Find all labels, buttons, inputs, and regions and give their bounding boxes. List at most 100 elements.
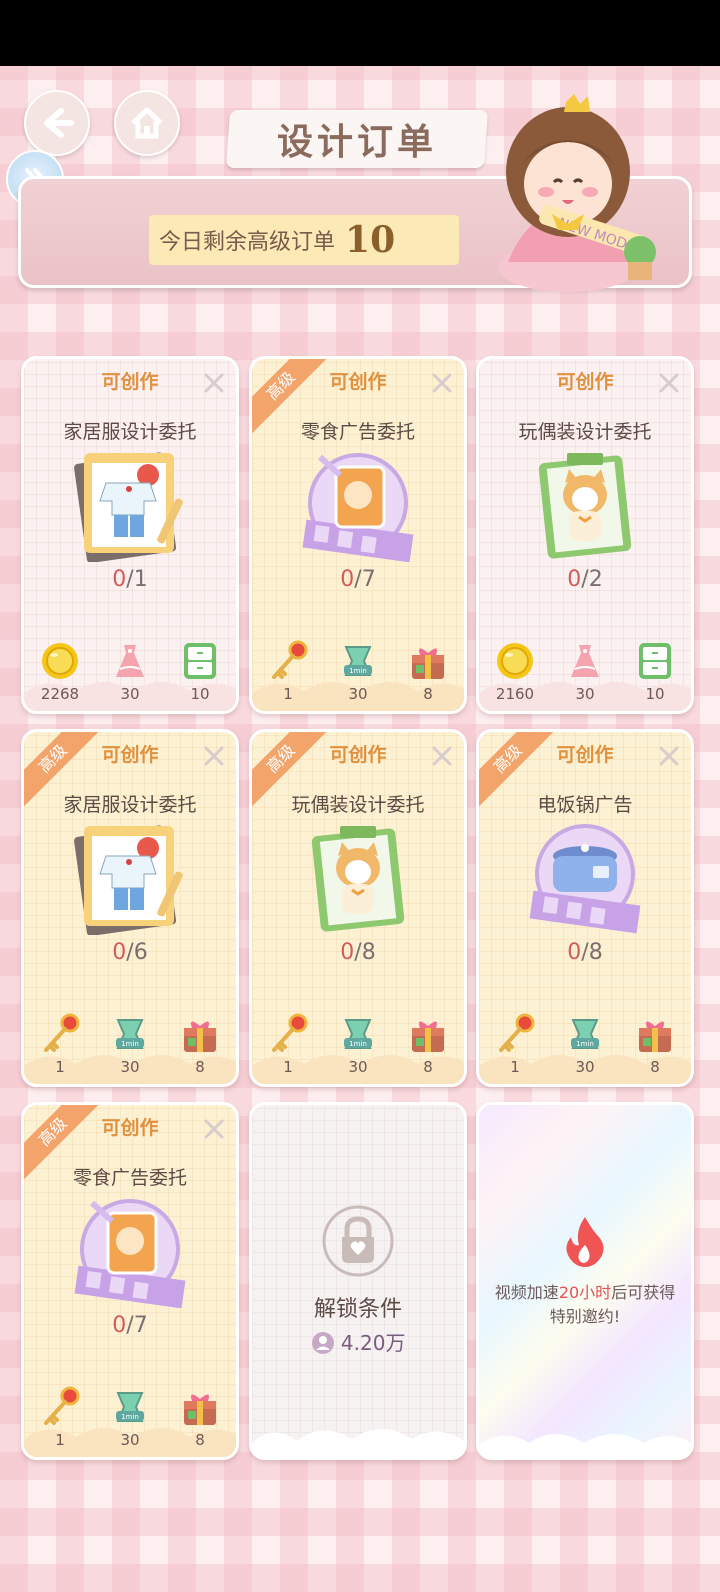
- doll-illustration: [311, 826, 405, 932]
- reward-value: 2268: [40, 685, 80, 703]
- close-icon[interactable]: [657, 744, 681, 768]
- key-icon: [272, 640, 308, 679]
- progress-total: /7: [126, 1313, 148, 1338]
- order-progress: 0/7: [24, 1313, 236, 1338]
- gift-box-icon: [412, 648, 444, 679]
- order-progress: 0/8: [479, 940, 691, 965]
- timer-1min-icon: 1min: [116, 1019, 144, 1049]
- snack-illustration: [74, 1199, 186, 1308]
- status-bar: [0, 0, 720, 66]
- order-name: 家居服设计委托: [63, 421, 197, 443]
- order-name: 家居服设计委托: [63, 794, 197, 816]
- reward-item: 2160: [487, 639, 543, 703]
- close-icon[interactable]: [430, 744, 454, 768]
- locked-order-card[interactable]: 解锁条件 4.20万: [249, 1102, 467, 1460]
- reward-list: 1 1min 30 8: [252, 639, 464, 703]
- reward-value: 30: [348, 1058, 368, 1076]
- reward-item: 8: [627, 1012, 683, 1076]
- close-icon[interactable]: [202, 744, 226, 768]
- reward-item: 1min 30: [102, 1012, 158, 1076]
- order-name: 电饭锅广告: [537, 794, 633, 816]
- gift-box-icon: [639, 1021, 671, 1052]
- order-progress: 0/2: [479, 567, 691, 592]
- doll-illustration: [538, 453, 632, 559]
- close-icon[interactable]: [430, 371, 454, 395]
- order-card[interactable]: 高级 可创作 电饭锅广告 0/8 1 1min 30 8: [476, 729, 694, 1087]
- progress-total: /8: [581, 940, 603, 965]
- reward-value: 1: [55, 1431, 65, 1449]
- order-card[interactable]: 可创作 玩偶装设计委托 0/2 2160 30 10: [476, 356, 694, 714]
- remaining-orders-label: 今日剩余高级订单: [159, 230, 336, 255]
- progress-current: 0: [340, 567, 355, 592]
- reward-list: 2160 30 10: [479, 639, 691, 703]
- reward-list: 1 1min 30 8: [24, 1385, 236, 1449]
- reward-item: 30: [102, 639, 158, 703]
- reward-value: 1: [55, 1058, 65, 1076]
- order-card[interactable]: 高级 可创作 零食广告委托 0/7 1 1min 30 8: [249, 356, 467, 714]
- progress-current: 0: [112, 940, 127, 965]
- reward-value: 2160: [495, 685, 535, 703]
- svg-text:1min: 1min: [121, 1040, 139, 1048]
- progress-current: 0: [567, 940, 582, 965]
- reward-value: 1: [283, 685, 293, 703]
- remaining-orders-box: 今日剩余高级订单 10: [149, 215, 459, 265]
- reward-list: 1 1min 30 8: [24, 1012, 236, 1076]
- order-card[interactable]: 高级 可创作 玩偶装设计委托 0/8 1 1min 30 8: [249, 729, 467, 1087]
- order-card[interactable]: 可创作 家居服设计委托 0/1 2268 30 10: [21, 356, 239, 714]
- reward-item: 1: [260, 639, 316, 703]
- order-card[interactable]: 高级 可创作 零食广告委托 0/7 1 1min 30 8: [21, 1102, 239, 1460]
- order-card[interactable]: 高级 可创作 家居服设计委托 0/6 1 1min 30 8: [21, 729, 239, 1087]
- unlock-condition-title: 解锁条件: [313, 1297, 402, 1322]
- reward-list: 1 1min 30 8: [479, 1012, 691, 1076]
- video-speedup-card[interactable]: 视频加速20小时后可获得 特别邀约!: [476, 1102, 694, 1460]
- order-name: 玩偶装设计委托: [291, 794, 425, 816]
- unlock-requirement-value: 4.20万: [340, 1331, 406, 1355]
- svg-text:1min: 1min: [576, 1040, 594, 1048]
- video-speedup-text: 视频加速20小时后可获得 特别邀约!: [479, 1281, 691, 1329]
- progress-current: 0: [112, 567, 127, 592]
- home-button[interactable]: [114, 90, 180, 156]
- reward-value: 30: [575, 685, 595, 703]
- reward-value: 8: [195, 1058, 205, 1076]
- cloud-decoration: [479, 1434, 691, 1457]
- order-progress: 0/8: [252, 940, 464, 965]
- reward-item: 8: [172, 1012, 228, 1076]
- key-icon: [44, 1013, 80, 1052]
- dress-icon: [571, 645, 599, 677]
- progress-current: 0: [567, 567, 582, 592]
- timer-1min-icon: 1min: [344, 1019, 372, 1049]
- timer-1min-icon: 1min: [344, 646, 372, 676]
- video-text-line2: 特别邀约!: [549, 1307, 621, 1326]
- home-icon: [131, 107, 163, 139]
- gift-box-icon: [412, 1021, 444, 1052]
- reward-item: 1min 30: [557, 1012, 613, 1076]
- gold-coin-icon: [497, 643, 533, 679]
- order-progress: 0/1: [24, 567, 236, 592]
- progress-total: /1: [126, 567, 148, 592]
- key-icon: [499, 1013, 535, 1052]
- reward-value: 1: [283, 1058, 293, 1076]
- reward-value: 1: [510, 1058, 520, 1076]
- progress-total: /2: [581, 567, 603, 592]
- svg-text:1min: 1min: [349, 1040, 367, 1048]
- video-text-part2: 后可获得: [611, 1283, 676, 1302]
- progress-current: 0: [340, 940, 355, 965]
- reward-value: 10: [645, 685, 665, 703]
- timer-1min-icon: 1min: [116, 1392, 144, 1422]
- close-icon[interactable]: [202, 1117, 226, 1141]
- reward-value: 8: [423, 1058, 433, 1076]
- order-name: 零食广告委托: [72, 1167, 187, 1189]
- back-button[interactable]: [24, 90, 90, 156]
- reward-item: 1: [487, 1012, 543, 1076]
- close-icon[interactable]: [657, 371, 681, 395]
- video-text-highlight: 20小时: [558, 1283, 612, 1302]
- reward-item: 10: [627, 639, 683, 703]
- close-icon[interactable]: [202, 371, 226, 395]
- mascot-girl-illustration: NEW MODE: [498, 94, 656, 292]
- order-name: 零食广告委托: [300, 421, 415, 443]
- progress-total: /7: [354, 567, 376, 592]
- reward-item: 2268: [32, 639, 88, 703]
- reward-item: 10: [172, 639, 228, 703]
- dress-icon: [116, 645, 144, 677]
- reward-value: 30: [120, 685, 140, 703]
